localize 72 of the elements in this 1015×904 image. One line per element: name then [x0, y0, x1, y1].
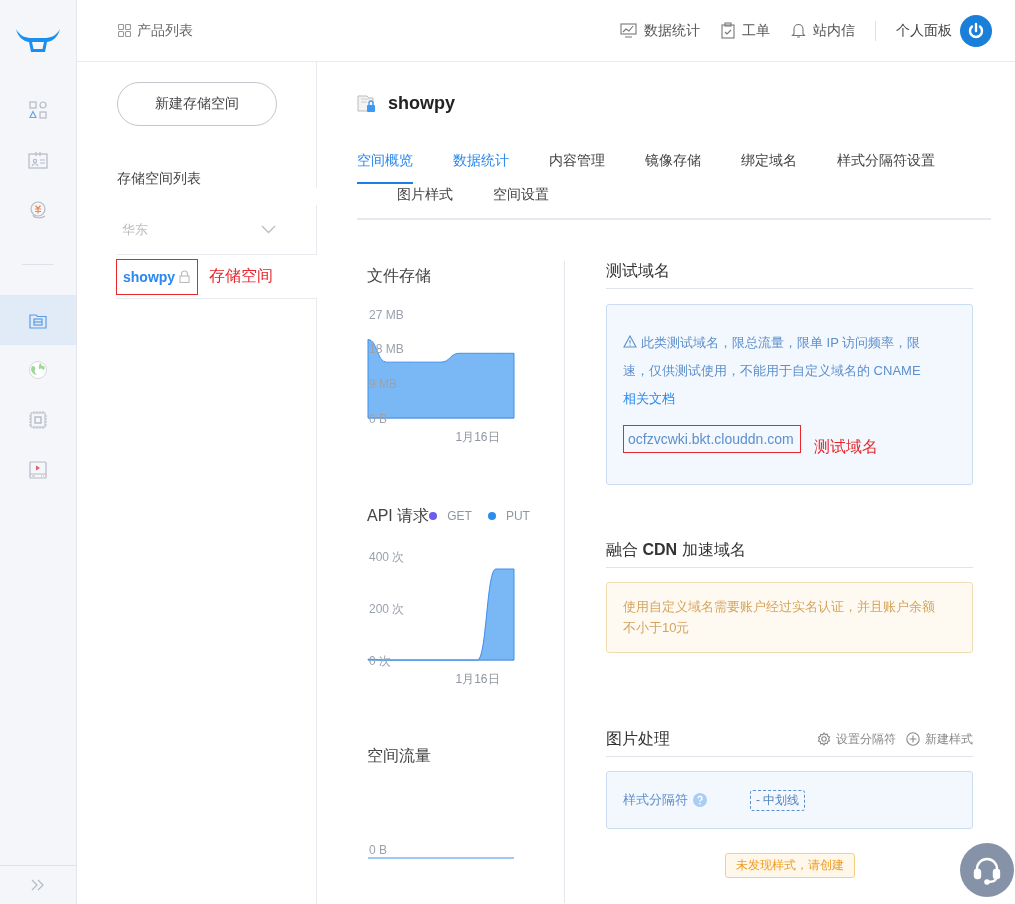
bucket-title: showpy	[388, 92, 455, 114]
support-button[interactable]	[960, 843, 1014, 897]
region-label: 华东	[122, 220, 148, 239]
nav-item[interactable]	[0, 295, 76, 345]
annotation-text: 存储空间	[209, 266, 274, 286]
chart-title: 空间流量	[367, 746, 432, 766]
list-title: 存储空间列表	[117, 169, 201, 188]
empty-badge: 未发现样式，请创建	[724, 853, 855, 878]
section-heading: 测试域名	[606, 261, 973, 289]
domain-text: ocfzvcwki.bkt.clouddn.com	[623, 425, 801, 453]
header-link-label: 工单	[742, 21, 770, 40]
notice-text: 此类测试域名，限总流量，限单 IP 访问频率，限速，仅供测试使用，不能用于自定义域名的 CNAME	[623, 334, 922, 380]
id-card-icon	[28, 151, 48, 169]
storage-icon	[29, 311, 47, 329]
action-label: 新建样式	[925, 731, 973, 748]
annotation-text: 测试域名	[813, 437, 878, 457]
bucket-icon	[357, 93, 376, 113]
help-icon[interactable]	[693, 793, 707, 807]
docs-link[interactable]: 相关文档	[623, 385, 675, 413]
tab[interactable]: 样式分隔符设置	[837, 150, 935, 184]
legend-label: GET	[447, 508, 472, 525]
chart-title: 文件存储	[367, 266, 432, 286]
coin-icon	[28, 200, 48, 220]
axis-label: 400 次	[369, 549, 405, 564]
warning-notice: 使用自定义域名需要账户经过实名认证，并且账户余额不小于10元	[606, 582, 973, 653]
settings-icon	[817, 732, 831, 746]
separator-tag[interactable]: - 中划线	[750, 789, 806, 811]
new-bucket-button[interactable]: 新建存储空间	[117, 82, 277, 126]
axis-label: 27 MB	[369, 307, 404, 322]
breadcrumb[interactable]: 产品列表	[137, 21, 193, 40]
bell-icon	[791, 22, 806, 39]
header-link-label: 站内信	[813, 21, 855, 40]
chart-monitor-icon	[620, 23, 637, 38]
axis-label: 0 B	[369, 843, 387, 857]
axis-label: 200 次	[369, 601, 405, 616]
warning-icon	[623, 335, 637, 348]
action-label: 设置分隔符	[836, 731, 896, 748]
legend-label: PUT	[505, 508, 530, 525]
tab[interactable]: 空间设置	[493, 184, 549, 218]
axis-label: 9 MB	[369, 376, 397, 391]
grid-icon	[118, 24, 131, 37]
action-link[interactable]: 新建样式	[906, 729, 973, 749]
tab[interactable]: 图片样式	[397, 184, 453, 218]
chip-icon	[28, 410, 48, 430]
video-icon	[29, 461, 47, 479]
tab[interactable]: 内容管理	[549, 150, 605, 184]
account-link[interactable]: 个人面板	[896, 21, 952, 40]
add-icon	[906, 732, 920, 746]
action-link[interactable]: 设置分隔符	[817, 729, 896, 749]
header-link[interactable]: 数据统计	[620, 21, 700, 40]
apps-icon	[29, 101, 47, 119]
header-link[interactable]: 站内信	[791, 21, 855, 40]
axis-label: 0 B	[369, 411, 387, 426]
section-heading: 融合 CDN 加速域名	[606, 540, 973, 568]
header-link-label: 数据统计	[644, 21, 700, 40]
chart-title: API 请求	[367, 506, 430, 526]
tab[interactable]: 绑定域名	[741, 150, 797, 184]
tab[interactable]: 镜像存储	[645, 150, 701, 184]
tab[interactable]: 数据统计	[453, 150, 509, 184]
globe-icon	[28, 360, 48, 380]
section-heading: 图片处理	[606, 729, 670, 749]
expand-icon[interactable]	[31, 879, 45, 891]
clipboard-icon	[721, 22, 735, 39]
headset-icon	[972, 855, 1002, 885]
bucket-name: showpy	[123, 268, 176, 285]
header-link[interactable]: 工单	[721, 21, 770, 40]
axis-label: 1月16日	[455, 430, 500, 444]
field-label: 样式分隔符	[623, 791, 688, 809]
axis-label: 1月16日	[455, 672, 500, 686]
avatar[interactable]	[960, 14, 992, 47]
tab[interactable]: 空间概览	[357, 150, 413, 184]
power-icon	[967, 21, 985, 40]
